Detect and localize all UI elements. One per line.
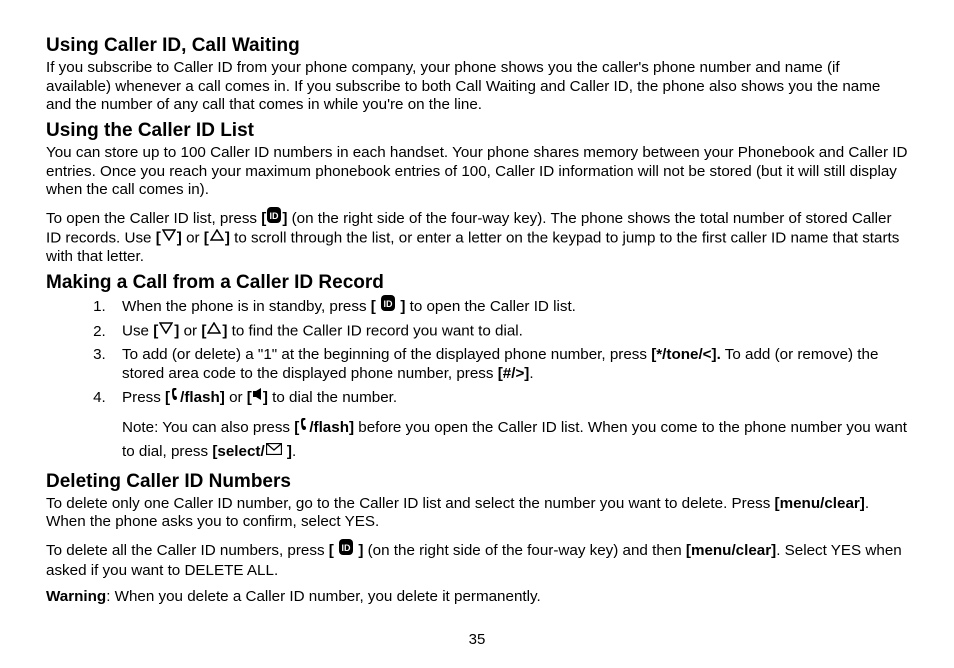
steps-list: When the phone is in standby, press [ ] … xyxy=(46,296,908,465)
id-icon xyxy=(381,295,395,317)
paragraph: To delete all the Caller ID numbers, pre… xyxy=(46,540,908,580)
down-arrow-icon xyxy=(159,321,173,340)
list-item: Press [/flash] or [] to dial the number.… xyxy=(110,388,908,465)
paragraph: You can store up to 100 Caller ID number… xyxy=(46,144,908,200)
list-item: Use [] or [] to find the Caller ID recor… xyxy=(110,322,908,341)
down-arrow-icon xyxy=(162,228,176,247)
phone-icon xyxy=(171,387,179,407)
up-arrow-icon xyxy=(210,228,224,247)
envelope-icon xyxy=(266,439,282,463)
warning-paragraph: Warning: When you delete a Caller ID num… xyxy=(46,588,908,607)
paragraph: To open the Caller ID list, press [] (on… xyxy=(46,208,908,267)
page-number: 35 xyxy=(46,631,908,649)
note: Note: You can also press [/flash] before… xyxy=(122,416,908,465)
heading-caller-id-list: Using the Caller ID List xyxy=(46,119,908,142)
heading-making-call: Making a Call from a Caller ID Record xyxy=(46,271,908,294)
up-arrow-icon xyxy=(207,321,221,340)
paragraph: If you subscribe to Caller ID from your … xyxy=(46,59,908,115)
paragraph: To delete only one Caller ID number, go … xyxy=(46,495,908,532)
id-icon xyxy=(339,539,353,561)
heading-caller-id-waiting: Using Caller ID, Call Waiting xyxy=(46,34,908,57)
list-item: When the phone is in standby, press [ ] … xyxy=(110,296,908,318)
phone-icon xyxy=(300,415,308,439)
speaker-icon xyxy=(253,387,262,407)
list-item: To add (or delete) a "1" at the beginnin… xyxy=(110,346,908,383)
heading-deleting: Deleting Caller ID Numbers xyxy=(46,470,908,493)
id-icon xyxy=(267,207,281,229)
